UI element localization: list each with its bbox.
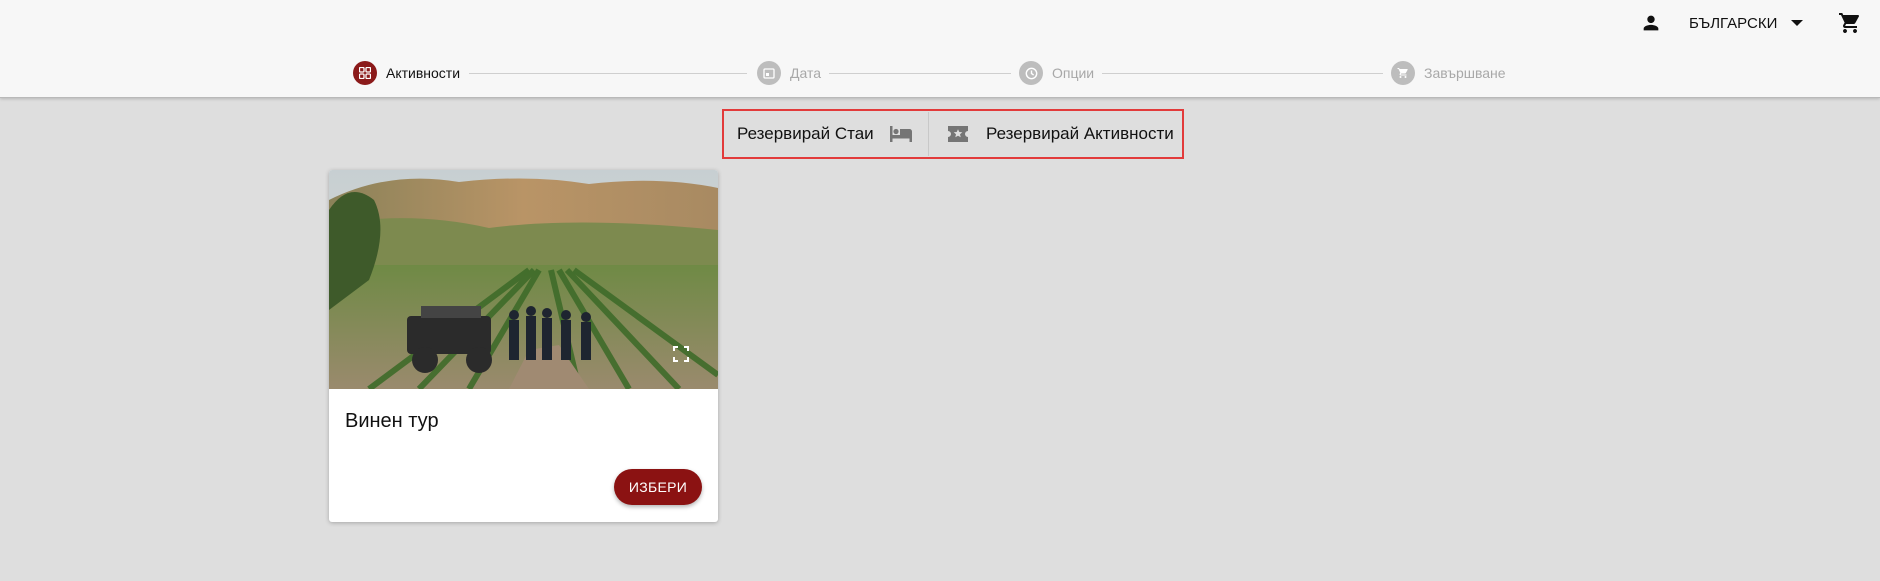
book-activities-label: Резервирай Активности [986, 124, 1174, 143]
vineyard-photo[interactable] [329, 170, 718, 389]
step-date[interactable]: Дата [757, 60, 821, 86]
step-options[interactable]: Опции [1019, 60, 1094, 86]
account-button[interactable] [1637, 11, 1665, 35]
stepper-connector [469, 73, 747, 74]
language-select[interactable]: БЪЛГАРСКИ [1689, 12, 1804, 34]
book-activities-option[interactable]: Резервирай Активности [929, 111, 1174, 157]
activity-title: Винен тур [345, 410, 439, 432]
step-label: Дата [790, 65, 822, 81]
bed-icon [889, 126, 912, 142]
grid-icon [353, 61, 377, 85]
stepper-connector [829, 73, 1011, 74]
clock-icon [1019, 61, 1043, 85]
step-activities[interactable]: Активности [353, 60, 460, 86]
book-rooms-label: Резервирай Стаи [737, 124, 874, 143]
step-label: Активности [386, 65, 461, 81]
fullscreen-icon[interactable] [672, 345, 690, 363]
activity-card: Винен тур ИЗБЕРИ [329, 170, 718, 522]
stepper-connector [1102, 73, 1383, 74]
cart-icon [1391, 61, 1415, 85]
step-label: Завършване [1424, 65, 1506, 81]
cart-button[interactable] [1836, 10, 1864, 36]
vineyard-photo-scene [329, 170, 718, 389]
step-checkout[interactable]: Завършване [1391, 60, 1506, 86]
shopping-cart-icon [1839, 13, 1860, 33]
caret-down-icon [1791, 20, 1804, 26]
select-button[interactable]: ИЗБЕРИ [614, 469, 702, 505]
booking-stepper: Активности Дата Опции Завършване [0, 60, 1880, 86]
ticket-star-icon [948, 126, 968, 142]
language-selected: БЪЛГАРСКИ [1689, 14, 1778, 32]
booking-type-toggle: Резервирай Стаи Резервирай Активности [722, 109, 1184, 159]
book-rooms-option[interactable]: Резервирай Стаи [724, 112, 929, 156]
step-label: Опции [1052, 65, 1095, 81]
app-header: БЪЛГАРСКИ Активности Дата Опции Завършва… [0, 0, 1880, 98]
calendar-icon [757, 61, 781, 85]
person-icon [1643, 15, 1659, 31]
